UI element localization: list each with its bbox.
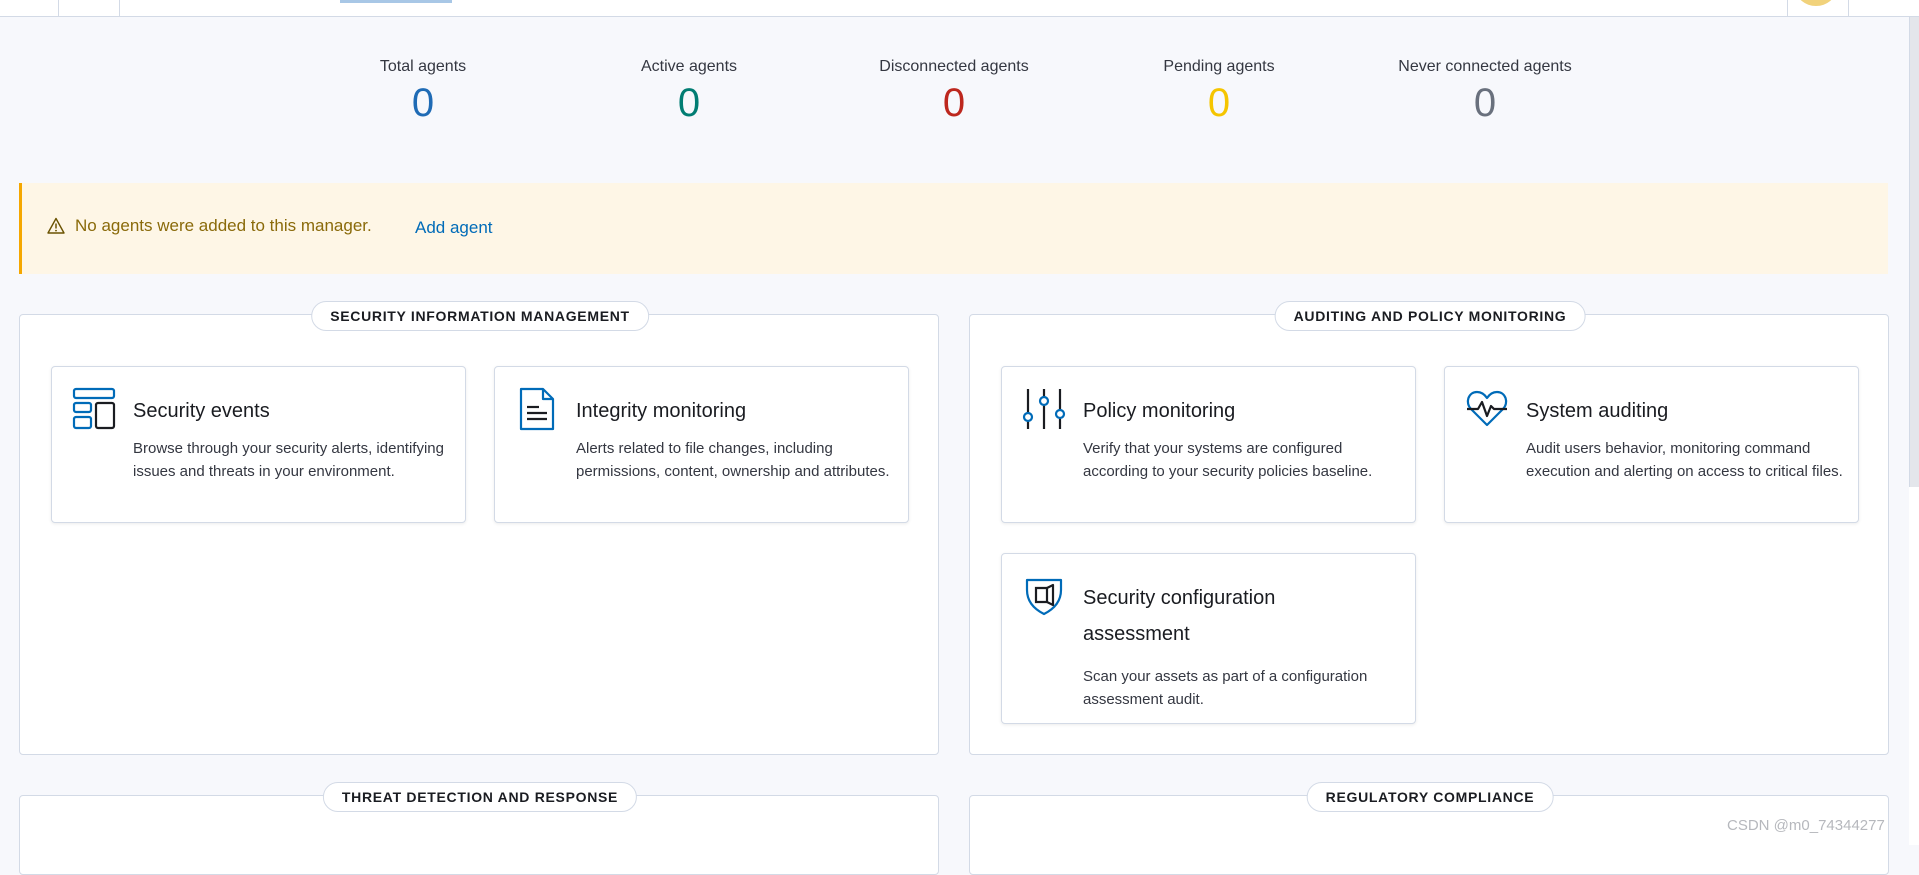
stat-label: Total agents [379, 58, 467, 75]
panel-title: SECURITY INFORMATION MANAGEMENT [311, 301, 649, 331]
card-system-auditing[interactable]: System auditing Audit users behavior, mo… [1444, 366, 1859, 523]
top-bar-divider [1848, 0, 1849, 17]
stat-label: Disconnected agents [879, 58, 1029, 75]
stat-label: Never connected agents [1398, 58, 1572, 75]
heartbeat-icon [1466, 390, 1508, 427]
warning-icon [47, 217, 65, 234]
no-agents-callout: No agents were added to this manager. Ad… [19, 183, 1888, 274]
panel-regulatory-compliance: REGULATORY COMPLIANCE [969, 782, 1889, 875]
document-icon [519, 387, 555, 431]
card-description: Alerts related to file changes, includin… [576, 440, 890, 480]
stat-value[interactable]: 0 [1365, 79, 1605, 127]
card-policy-monitoring[interactable]: Policy monitoring Verify that your syste… [1001, 366, 1416, 523]
watermark: CSDN @m0_74344277 [1727, 817, 1885, 834]
top-bar [0, 0, 1919, 17]
callout-message: No agents were added to this manager. [75, 216, 372, 235]
card-description: Browse through your security alerts, ide… [133, 440, 444, 480]
panel-title: AUDITING AND POLICY MONITORING [1274, 301, 1586, 331]
stat-label: Active agents [640, 58, 738, 75]
avatar[interactable] [1796, 0, 1836, 6]
card-title: Policy monitoring [1083, 400, 1236, 422]
stat-pending-agents: Pending agents 0 [1099, 57, 1339, 127]
panel-title: THREAT DETECTION AND RESPONSE [322, 782, 638, 812]
card-description: Scan your assets as part of a configurat… [1083, 668, 1368, 708]
top-bar-divider [119, 0, 120, 17]
stat-value[interactable]: 0 [569, 79, 809, 127]
card-title: Security events [133, 400, 270, 422]
scrollbar-thumb[interactable] [1909, 17, 1919, 487]
stat-disconnected-agents: Disconnected agents 0 [834, 57, 1074, 127]
card-description: Verify that your systems are configured … [1083, 440, 1373, 480]
stat-total-agents: Total agents 0 [303, 57, 543, 127]
active-tab-indicator [340, 0, 452, 3]
card-title: Security configuration assessment [1083, 587, 1276, 645]
card-integrity-monitoring[interactable]: Integrity monitoring Alerts related to f… [494, 366, 909, 523]
card-title: Integrity monitoring [576, 400, 747, 422]
add-agent-link[interactable]: Add agent [415, 218, 493, 238]
top-bar-divider [1787, 0, 1788, 17]
card-security-configuration-assessment[interactable]: Security configuration assessment Scan y… [1001, 553, 1416, 724]
panel-title: REGULATORY COMPLIANCE [1306, 782, 1554, 812]
shield-icon [1025, 578, 1063, 616]
panel-threat-detection-and-response: THREAT DETECTION AND RESPONSE [19, 782, 939, 875]
card-description: Audit users behavior, monitoring command… [1526, 440, 1843, 480]
card-title: System auditing [1526, 400, 1669, 422]
stat-value[interactable]: 0 [303, 79, 543, 127]
top-bar-divider [58, 0, 59, 17]
stat-label: Pending agents [1163, 58, 1275, 75]
stat-active-agents: Active agents 0 [569, 57, 809, 127]
card-security-events[interactable]: Security events Browse through your secu… [51, 366, 466, 523]
stat-value[interactable]: 0 [834, 79, 1074, 127]
dashboard-icon [72, 387, 116, 430]
stat-value[interactable]: 0 [1099, 79, 1339, 127]
panel-security-information-management: SECURITY INFORMATION MANAGEMENT Security… [19, 301, 939, 755]
sliders-icon [1022, 389, 1066, 429]
panel-auditing-and-policy-monitoring: AUDITING AND POLICY MONITORING Policy mo… [969, 301, 1889, 755]
stat-never-connected-agents: Never connected agents 0 [1365, 57, 1605, 127]
